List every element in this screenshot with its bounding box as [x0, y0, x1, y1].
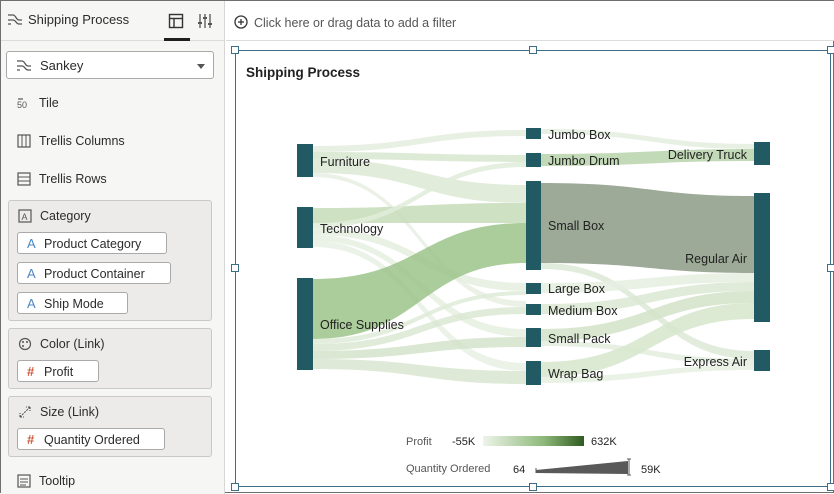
- legend-profit-gradient: [483, 436, 584, 446]
- node-delivery-truck[interactable]: [754, 142, 770, 165]
- legend-size-wedge: [536, 461, 628, 474]
- node-label: Technology: [320, 222, 384, 236]
- node-label: Office Supplies: [320, 318, 404, 332]
- sankey-link[interactable]: [313, 203, 526, 223]
- legend-quantity-max: 59K: [641, 464, 661, 476]
- legend-quantity-label: Quantity Ordered: [406, 463, 490, 475]
- node-medium-box[interactable]: [526, 304, 541, 315]
- node-label: Jumbo Drum: [548, 154, 620, 168]
- node-label: Large Box: [548, 282, 606, 296]
- legend-quantity-min: 64: [513, 464, 525, 476]
- legend: Profit -55K 632K Quantity Ordered 64 59K: [406, 436, 661, 476]
- node-label: Jumbo Box: [548, 128, 611, 142]
- node-large-box[interactable]: [526, 283, 541, 294]
- node-label: Regular Air: [685, 252, 747, 266]
- node-label: Wrap Bag: [548, 367, 603, 381]
- node-regular-air[interactable]: [754, 193, 770, 322]
- sankey-link[interactable]: [313, 130, 526, 152]
- node-small-box[interactable]: [526, 181, 541, 270]
- node-technology[interactable]: [297, 207, 313, 248]
- node-express-air[interactable]: [754, 350, 770, 371]
- legend-profit-min: -55K: [452, 436, 476, 448]
- node-label: Small Pack: [548, 332, 611, 346]
- node-label: Express Air: [684, 355, 747, 369]
- node-office-supplies[interactable]: [297, 278, 313, 370]
- node-furniture[interactable]: [297, 144, 313, 177]
- legend-profit-max: 632K: [591, 436, 617, 448]
- node-label: Delivery Truck: [668, 148, 748, 162]
- node-jumbo-box[interactable]: [526, 128, 541, 139]
- node-label: Furniture: [320, 155, 370, 169]
- node-label: Medium Box: [548, 304, 618, 318]
- node-small-pack[interactable]: [526, 328, 541, 347]
- legend-profit-label: Profit: [406, 436, 432, 448]
- node-wrap-bag[interactable]: [526, 361, 541, 385]
- sankey-chart: Furniture Technology Office Supplies Jum…: [297, 128, 770, 476]
- node-jumbo-drum[interactable]: [526, 153, 541, 167]
- node-label: Small Box: [548, 219, 605, 233]
